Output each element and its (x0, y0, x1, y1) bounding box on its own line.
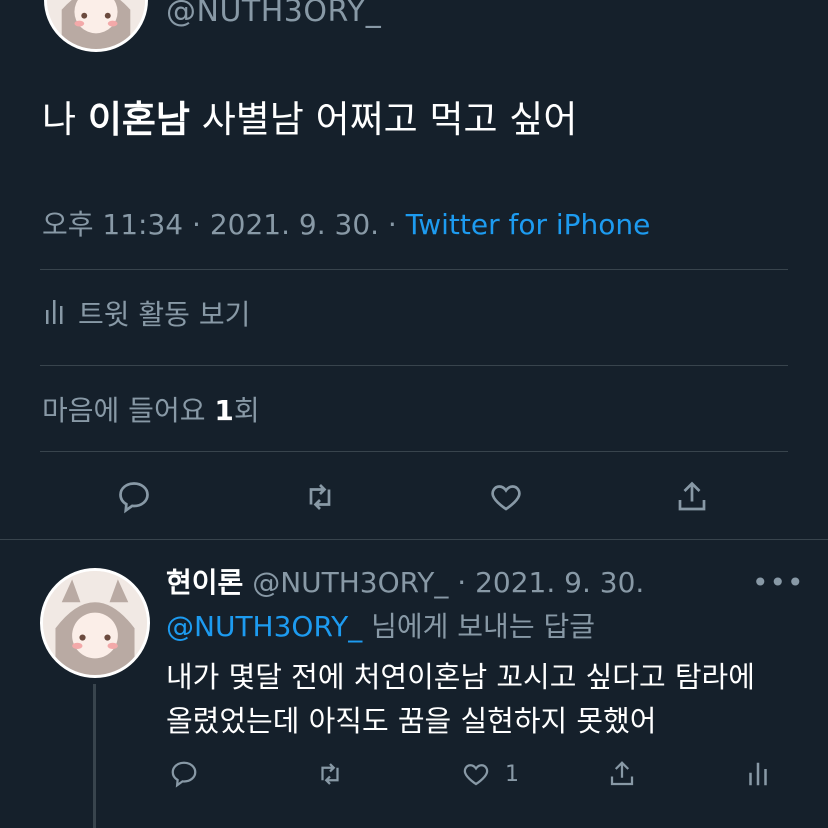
reply-like-count: 1 (505, 761, 519, 787)
retweet-icon (321, 763, 339, 785)
more-icon[interactable]: ••• (752, 566, 805, 599)
reply-date[interactable]: 2021. 9. 30. (475, 566, 644, 599)
author-handle[interactable]: @NUTH3ORY_ (166, 0, 381, 29)
reply-like-button[interactable]: 1 (459, 757, 519, 791)
tweet-date[interactable]: 2021. 9. 30. (210, 208, 379, 241)
tweet-text-suffix: 사별남 어쩌고 먹고 싶어 (189, 98, 578, 141)
reply-author-handle[interactable]: @NUTH3ORY_ (252, 566, 448, 599)
reply-button[interactable] (114, 477, 154, 517)
likes-label-suffix: 회 (233, 394, 260, 427)
thread-line (93, 684, 96, 828)
reply-retweet-button[interactable] (313, 757, 347, 791)
replying-handle[interactable]: @NUTH3ORY_ (166, 610, 362, 643)
reply-icon (119, 482, 149, 514)
retweet-button[interactable] (300, 477, 340, 517)
share-button[interactable] (672, 477, 712, 517)
reply-header: 현이론 @NUTH3ORY_ · 2021. 9. 30. (166, 561, 644, 601)
likes-label-prefix: 마음에 들어요 (42, 394, 215, 427)
heart-icon (459, 757, 493, 791)
reply-text-line: 올렸었는데 아직도 꿈을 실현하지 못했어 (166, 704, 657, 738)
tweet-source[interactable]: Twitter for iPhone (406, 208, 651, 241)
divider (40, 451, 788, 452)
meta-separator: · (183, 208, 210, 241)
tweet-text-prefix: 나 (42, 98, 88, 141)
reply-icon (171, 761, 197, 788)
divider (40, 365, 788, 366)
reply-reply-button[interactable] (167, 757, 201, 791)
meta-separator: · (379, 208, 406, 241)
tweet-activity-label: 트윗 활동 보기 (78, 298, 251, 331)
reply-author-name[interactable]: 현이론 (166, 566, 243, 599)
analytics-icon (749, 762, 767, 786)
heart-icon (491, 485, 521, 511)
share-icon (678, 481, 706, 511)
likes-count: 1 (214, 394, 234, 427)
meta-separator: · (448, 566, 476, 599)
likes-count-link[interactable]: 마음에 들어요 1회 (42, 389, 260, 429)
retweet-icon (309, 484, 331, 510)
replying-suffix: 님에게 보내는 답글 (362, 610, 596, 643)
like-button[interactable] (486, 477, 526, 517)
tweet-text-bold: 이혼남 (87, 98, 190, 141)
section-divider (0, 539, 828, 540)
reply-analytics-button[interactable] (741, 757, 775, 791)
tweet-text: 나 이혼남 사별남 어쩌고 먹고 싶어 (42, 95, 577, 145)
analytics-icon (44, 296, 66, 331)
reply-avatar[interactable] (40, 568, 150, 678)
divider (40, 269, 788, 270)
tweet-activity-link[interactable]: 트윗 활동 보기 (44, 293, 250, 333)
share-icon (610, 761, 634, 786)
reply-text-line: 내가 몇달 전에 처연이혼남 꼬시고 싶다고 탐라에 (166, 660, 755, 694)
tweet-time[interactable]: 오후 11:34 (42, 208, 183, 241)
reply-text: 내가 몇달 전에 처연이혼남 꼬시고 싶다고 탐라에 올렸었는데 아직도 꿈을 … (166, 655, 755, 743)
tweet-meta: 오후 11:34 · 2021. 9. 30. · Twitter for iP… (42, 203, 650, 243)
reply-share-button[interactable] (605, 757, 639, 791)
author-avatar[interactable] (44, 0, 148, 52)
replying-to: @NUTH3ORY_ 님에게 보내는 답글 (166, 605, 595, 645)
